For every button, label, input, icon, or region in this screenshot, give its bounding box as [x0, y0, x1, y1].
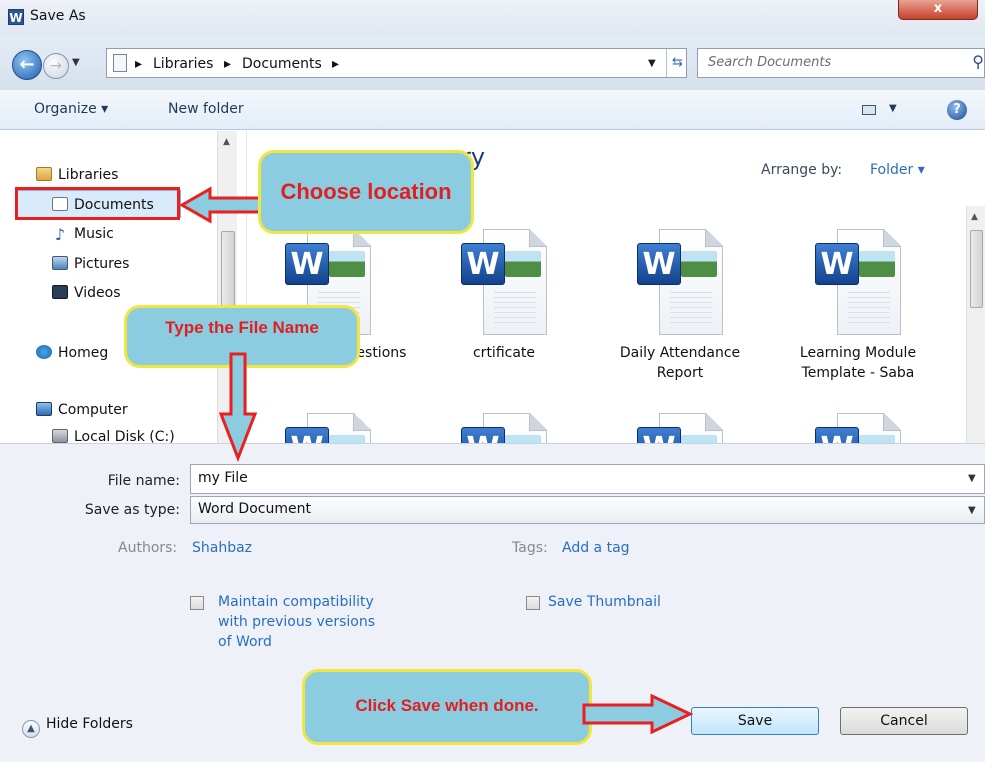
- file-name-label: File name:: [107, 473, 180, 489]
- compatibility-checkbox[interactable]: [190, 596, 204, 610]
- address-row: ← → ▼ ▸ Libraries ▸ Documents ▸ ▼ ⇆ Sear…: [0, 36, 985, 90]
- scroll-up-icon[interactable]: ▲: [971, 212, 978, 222]
- file-item[interactable]: W: [773, 413, 943, 443]
- forward-button[interactable]: →: [43, 53, 69, 79]
- save-as-type-dropdown-icon[interactable]: ▼: [968, 505, 976, 516]
- save-as-type-select[interactable]: Word Document: [190, 496, 985, 524]
- videos-icon: [52, 285, 68, 299]
- hide-folders-button[interactable]: ▲ Hide Folders: [22, 716, 133, 738]
- save-thumbnail-label[interactable]: Save Thumbnail: [548, 592, 661, 612]
- computer-icon: [36, 402, 52, 416]
- file-name-label: Learning Module Template - Saba: [799, 345, 917, 381]
- disk-icon: [52, 429, 68, 443]
- save-as-type-label: Save as type:: [84, 502, 180, 518]
- close-button[interactable]: x: [898, 0, 978, 20]
- title-bar: W Save As x: [0, 0, 985, 36]
- authors-link[interactable]: Shahbaz: [192, 540, 252, 556]
- address-bar[interactable]: ▸ Libraries ▸ Documents ▸ ▼ ⇆: [106, 48, 687, 78]
- nav-item-local-disk[interactable]: Local Disk (C:): [52, 429, 175, 443]
- word-document-icon: W: [461, 413, 547, 443]
- nav-scroll-thumb[interactable]: [221, 231, 235, 311]
- navigation-pane: Libraries Documents ♪ Music Pictures Vide…: [0, 131, 246, 443]
- search-icon[interactable]: ⚲: [972, 52, 984, 71]
- nav-item-music[interactable]: ♪ Music: [52, 226, 114, 244]
- breadcrumb-libraries[interactable]: Libraries: [153, 56, 213, 72]
- file-item[interactable]: W: [419, 413, 589, 443]
- arrange-by-label: Arrange by:: [761, 162, 843, 178]
- file-item[interactable]: W Daily Attendance Report: [595, 229, 765, 383]
- nav-item-label: Homeg: [58, 345, 109, 361]
- nav-item-label: Libraries: [58, 167, 119, 183]
- file-item[interactable]: W crtificate: [419, 229, 589, 363]
- address-dropdown-icon[interactable]: ▼: [648, 58, 656, 69]
- breadcrumb-separator-icon[interactable]: ▸: [135, 56, 142, 72]
- window-title: Save As: [30, 8, 86, 24]
- scroll-up-icon[interactable]: ▲: [223, 137, 230, 147]
- hide-folders-label: Hide Folders: [46, 716, 133, 732]
- file-name-input[interactable]: my File: [190, 464, 985, 494]
- choose-location-arrow: [180, 186, 262, 224]
- nav-item-videos[interactable]: Videos: [52, 285, 121, 301]
- tags-link[interactable]: Add a tag: [562, 540, 630, 556]
- word-document-icon: W: [285, 413, 371, 443]
- file-item[interactable]: W: [247, 413, 413, 443]
- organize-menu[interactable]: Organize ▾: [34, 101, 108, 117]
- change-view-icon[interactable]: [862, 105, 876, 115]
- word-document-icon: W: [637, 229, 723, 335]
- new-folder-button[interactable]: New folder: [168, 101, 244, 117]
- nav-item-label: Computer: [58, 402, 128, 418]
- nav-item-label: Music: [74, 226, 114, 242]
- word-logo-icon: W: [8, 9, 24, 25]
- word-document-icon: W: [461, 229, 547, 335]
- file-item[interactable]: W: [595, 413, 765, 443]
- music-icon: ♪: [54, 225, 66, 244]
- click-save-callout: Click Save when done.: [302, 669, 592, 745]
- folder-location-icon: [113, 54, 127, 72]
- nav-item-label: Local Disk (C:): [74, 429, 175, 443]
- file-name-dropdown-icon[interactable]: ▼: [968, 473, 976, 484]
- search-placeholder: Search Documents: [708, 55, 832, 70]
- nav-item-label: Pictures: [74, 256, 130, 272]
- file-scroll-thumb[interactable]: [970, 230, 983, 308]
- word-document-icon: W: [815, 413, 901, 443]
- file-scrollbar[interactable]: ▲: [966, 206, 985, 443]
- tags-label: Tags:: [512, 540, 548, 556]
- save-button[interactable]: Save: [691, 707, 819, 735]
- view-dropdown-icon[interactable]: ▼: [889, 103, 897, 114]
- cancel-button[interactable]: Cancel: [840, 707, 968, 735]
- choose-location-callout: Choose location: [258, 150, 474, 234]
- click-save-arrow: [582, 694, 694, 734]
- chevron-up-icon: ▲: [22, 720, 40, 738]
- compatibility-label[interactable]: Maintain compatibility with previous ver…: [218, 592, 378, 652]
- word-document-icon: W: [637, 413, 723, 443]
- file-name-label: crtificate: [472, 345, 536, 361]
- nav-item-label: Videos: [74, 285, 121, 301]
- nav-item-homegroup[interactable]: Homeg: [36, 345, 108, 361]
- pictures-icon: [52, 256, 68, 270]
- library-icon: [36, 167, 52, 181]
- back-button[interactable]: ←: [12, 50, 42, 80]
- breadcrumb-separator-icon[interactable]: ▸: [332, 56, 339, 72]
- command-toolbar: Organize ▾ New folder ▼ ?: [0, 90, 985, 130]
- save-thumbnail-checkbox[interactable]: [526, 596, 540, 610]
- nav-item-libraries[interactable]: Libraries: [36, 167, 118, 183]
- file-name-label: Daily Attendance Report: [619, 345, 741, 381]
- word-document-icon: W: [815, 229, 901, 335]
- nav-item-pictures[interactable]: Pictures: [52, 256, 129, 272]
- documents-highlight-box: [15, 187, 180, 220]
- breadcrumb-separator-icon[interactable]: ▸: [224, 56, 231, 72]
- refresh-icon[interactable]: ⇆: [666, 49, 688, 77]
- authors-label: Authors:: [118, 540, 178, 556]
- homegroup-icon: [36, 345, 52, 359]
- recent-pages-dropdown-icon[interactable]: ▼: [72, 57, 80, 68]
- file-item[interactable]: W Learning Module Template - Saba: [773, 229, 943, 383]
- breadcrumb-documents[interactable]: Documents: [242, 56, 322, 72]
- nav-item-computer[interactable]: Computer: [36, 402, 128, 418]
- arrange-by-dropdown[interactable]: Folder ▾: [870, 162, 925, 178]
- type-file-name-arrow: [218, 352, 258, 462]
- search-input[interactable]: Search Documents ⚲: [697, 48, 985, 78]
- help-icon[interactable]: ?: [947, 100, 967, 120]
